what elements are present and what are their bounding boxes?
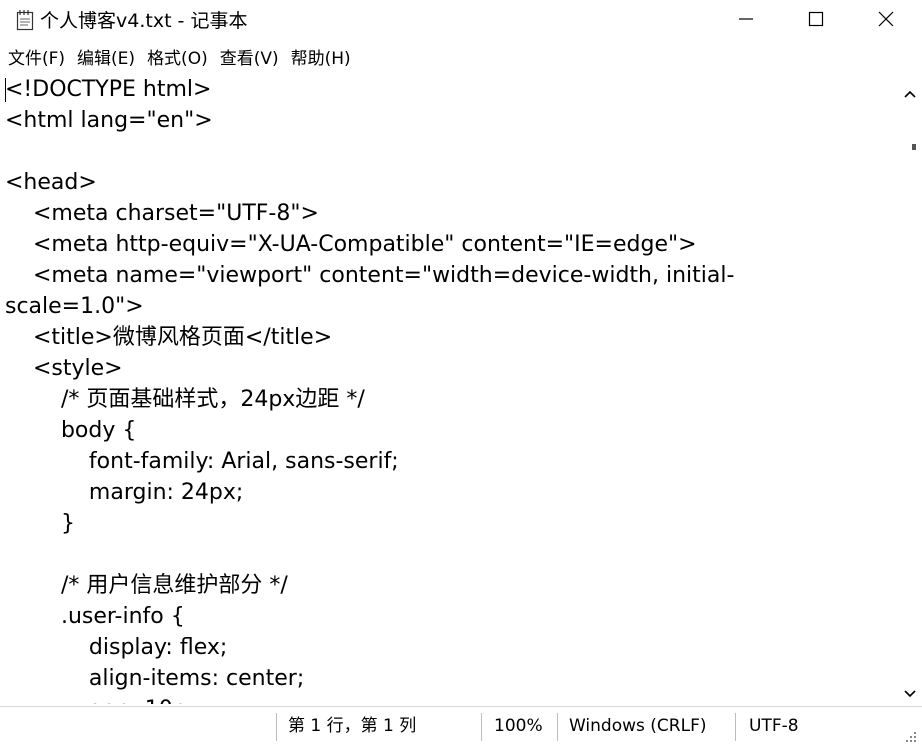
scroll-thumb[interactable]	[912, 144, 916, 150]
code-line: display: flex;	[5, 635, 228, 660]
maximize-button[interactable]	[781, 0, 851, 42]
code-line: .user-info {	[5, 604, 185, 629]
encoding: UTF-8	[749, 716, 799, 736]
code-line: margin: 24px;	[5, 480, 244, 505]
code-line: align-items: center;	[5, 666, 305, 691]
menu-help[interactable]: 帮助(H)	[289, 47, 357, 71]
code-line: font-family: Arial, sans-serif;	[5, 449, 399, 474]
vertical-scrollbar[interactable]	[898, 74, 922, 704]
scroll-down-button[interactable]	[898, 680, 922, 704]
chevron-down-icon	[904, 683, 916, 702]
zoom-level: 100%	[494, 716, 543, 736]
cursor-position: 第 1 行，第 1 列	[288, 716, 417, 736]
code-line: <head>	[5, 170, 97, 195]
maximize-icon	[808, 11, 824, 31]
menu-bar: 文件(F) 编辑(E) 格式(O) 查看(V) 帮助(H)	[0, 44, 361, 74]
code-line: <!DOCTYPE html>	[5, 77, 212, 102]
code-line: <title>微博风格页面</title>	[5, 325, 333, 350]
code-line: /* 用户信息维护部分 */	[5, 573, 288, 598]
code-line: }	[5, 511, 75, 536]
code-line: /* 页面基础样式，24px边距 */	[5, 387, 365, 412]
code-line: gap: 10px;	[5, 694, 207, 704]
status-divider	[481, 713, 482, 741]
resize-grip-icon[interactable]	[904, 729, 918, 743]
window-title: 个人博客v4.txt - 记事本	[40, 10, 248, 32]
minimize-icon	[738, 11, 754, 31]
title-bar[interactable]: 个人博客v4.txt - 记事本	[0, 0, 922, 42]
code-line: scale=1.0">	[5, 294, 144, 319]
status-bar: 第 1 行，第 1 列 100% Windows (CRLF) UTF-8	[0, 706, 922, 744]
text-editor[interactable]: <!DOCTYPE html> <html lang="en"> <head> …	[0, 74, 898, 704]
status-divider	[557, 713, 558, 741]
code-line: <html lang="en">	[5, 108, 213, 133]
menu-view[interactable]: 查看(V)	[218, 47, 285, 71]
notepad-window: 个人博客v4.txt - 记事本 文件(F) 编辑(E) 格式(O) 查看(V)…	[0, 0, 922, 744]
minimize-button[interactable]	[711, 0, 781, 42]
line-ending: Windows (CRLF)	[569, 716, 707, 736]
code-line: body {	[5, 418, 137, 443]
close-button[interactable]	[851, 0, 921, 42]
menu-format[interactable]: 格式(O)	[145, 47, 214, 71]
menu-edit[interactable]: 编辑(E)	[75, 47, 141, 71]
scroll-up-button[interactable]	[898, 80, 922, 104]
code-line: <meta http-equiv="X-UA-Compatible" conte…	[5, 232, 697, 257]
status-divider	[735, 713, 736, 741]
code-line: <meta name="viewport" content="width=dev…	[5, 263, 735, 288]
menu-file[interactable]: 文件(F)	[6, 47, 71, 71]
notepad-icon	[16, 9, 34, 31]
status-divider	[276, 713, 277, 741]
close-icon	[878, 11, 894, 31]
code-line: <meta charset="UTF-8">	[5, 201, 319, 226]
chevron-up-icon	[904, 83, 916, 102]
code-line: <style>	[5, 356, 123, 381]
